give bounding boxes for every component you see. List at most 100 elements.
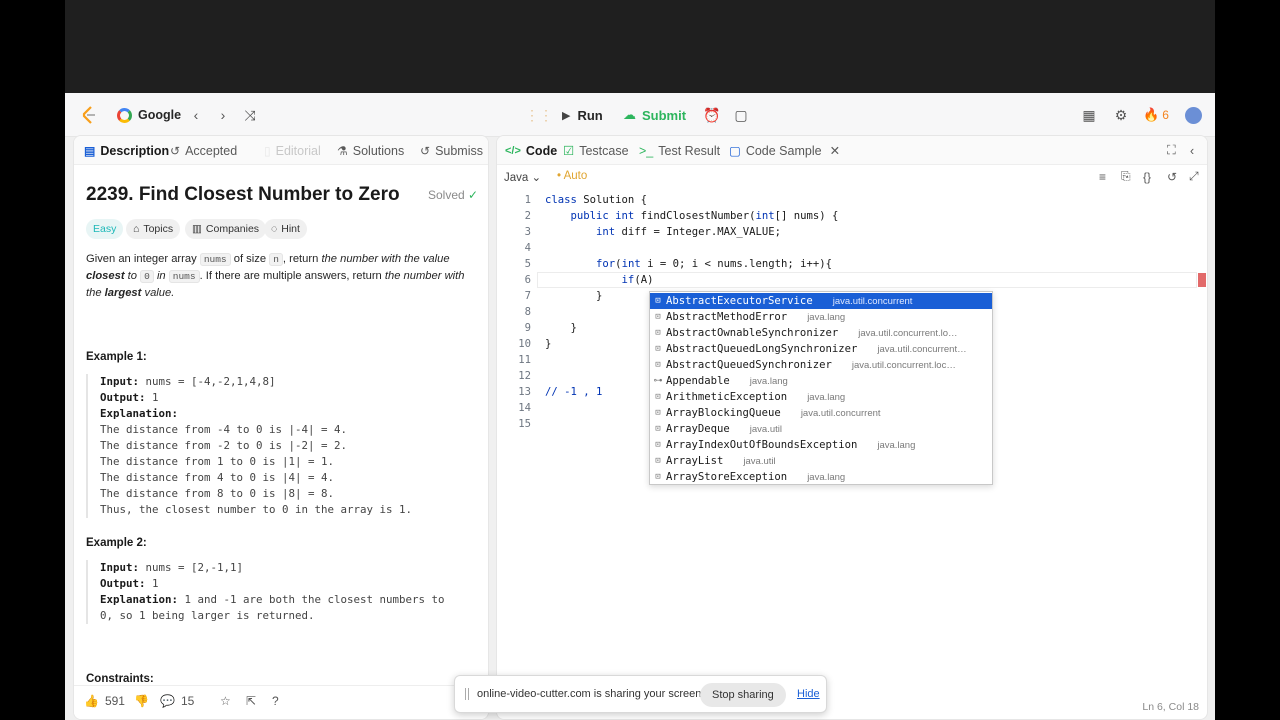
site-selector[interactable]: Google: [117, 93, 181, 137]
companies-chip[interactable]: ▥ Companies: [185, 219, 267, 239]
tab-editorial[interactable]: ▯ Editorial: [264, 136, 321, 165]
run-label: Run: [577, 107, 603, 123]
tab-test-result[interactable]: >_ Test Result: [639, 136, 720, 165]
prev-problem-icon[interactable]: ‹: [186, 105, 206, 125]
next-problem-icon[interactable]: ›: [213, 105, 233, 125]
autocomplete-item[interactable]: ⊡ AbstractOwnableSynchronizer java.util.co…: [650, 325, 992, 341]
share-button[interactable]: ⇱: [246, 694, 256, 708]
tab-description[interactable]: ▤ Description: [84, 136, 169, 165]
help-button[interactable]: ?: [272, 694, 279, 708]
line-number: 5: [524, 258, 531, 270]
file-icon: ▢: [729, 144, 741, 158]
interface-icon: ⊶: [653, 376, 663, 386]
hide-link[interactable]: Hide: [797, 688, 820, 700]
tab-submissions[interactable]: ↺ Submiss: [420, 136, 483, 165]
line-number: 2: [524, 210, 531, 222]
drag-handle-icon[interactable]: ⋮⋮: [525, 105, 553, 125]
tab-accepted[interactable]: ↺ Accepted: [170, 136, 237, 165]
autocomplete-item[interactable]: ⊶ Appendable java.lang: [650, 373, 992, 389]
dislike-button[interactable]: 👎: [134, 694, 149, 708]
autocomplete-item-package: java.util.concurrent…: [877, 343, 967, 355]
autocomplete-item[interactable]: ⊡ AbstractQueuedSynchronizer java.util.con…: [650, 357, 992, 373]
thumbs-down-icon: 👎: [134, 694, 149, 708]
language-select[interactable]: Java ⌄: [504, 170, 541, 184]
auto-mode[interactable]: • Auto: [557, 170, 587, 182]
autocomplete-item-package: java.lang: [807, 391, 846, 403]
reset-icon[interactable]: ↺: [1167, 162, 1177, 191]
question-icon: ?: [272, 694, 279, 708]
code-line: // -1 , 1: [545, 386, 603, 398]
autocomplete-item[interactable]: ⊡ ArrayList java.util: [650, 453, 992, 469]
ex1-explanation-line: The distance from 1 to 0 is |1| = 1.: [100, 455, 335, 468]
comment-icon: 💬: [160, 694, 175, 708]
stmt-text: , return: [282, 253, 319, 265]
expand-icon[interactable]: ⤢: [1189, 162, 1199, 191]
topics-label: Topics: [143, 223, 174, 235]
document-icon: ▤: [84, 143, 96, 158]
topics-chip[interactable]: ⌂ Topics: [126, 219, 181, 239]
tab-solutions-label: Solutions: [352, 143, 405, 158]
class-icon: ⊡: [655, 360, 661, 370]
braces-icon[interactable]: {}: [1143, 162, 1151, 191]
autocomplete-item-package: java.util.concurrent.loc…: [851, 359, 956, 371]
leetcode-logo-icon[interactable]: [79, 105, 99, 125]
shuffle-icon[interactable]: ⤨: [240, 105, 260, 125]
cursor-position: Ln 6, Col 18: [1142, 701, 1199, 713]
autocomplete-item[interactable]: ⊡ ArrayStoreException java.lang: [650, 469, 992, 484]
layout-grid-icon[interactable]: ▦: [1079, 105, 1099, 125]
problem-statement: Given an integer array nums of size n, r…: [86, 251, 478, 302]
format-lines-icon[interactable]: ≡: [1099, 162, 1106, 191]
top-navbar: Google ‹ › ⤨ ⋮⋮ ▶ Run ☁ Submit ⏰ ▢ ▦ ⚙ 🔥…: [65, 93, 1215, 137]
tab-code-sample[interactable]: ▢ Code Sample ✕: [729, 136, 840, 165]
share-message: online-video-cutter.com is sharing your …: [477, 688, 705, 700]
checkbox-icon: ☑: [563, 144, 575, 158]
autocomplete-item[interactable]: ⊡ AbstractQueuedLongSynchronizer java.util…: [650, 341, 992, 357]
stop-sharing-button[interactable]: Stop sharing: [700, 683, 786, 707]
hint-chip[interactable]: ◌ Hint: [264, 219, 307, 239]
line-number: 3: [524, 226, 531, 238]
autocomplete-item[interactable]: ⊡ ArithmeticException java.lang: [650, 389, 992, 405]
notes-icon[interactable]: ▢: [731, 105, 751, 125]
autocomplete-item[interactable]: ⊡ ArrayBlockingQueue java.util.concurrent: [650, 405, 992, 421]
avatar[interactable]: [1183, 105, 1203, 125]
star-icon: ☆: [220, 694, 231, 708]
submit-button[interactable]: ☁ Submit: [623, 93, 686, 137]
settings-gear-icon[interactable]: ⚙: [1111, 105, 1131, 125]
autocomplete-item-package: java.util.concurrent: [800, 407, 881, 419]
favorite-button[interactable]: ☆: [220, 694, 231, 708]
bookmark-icon[interactable]: ⎘: [1121, 162, 1131, 191]
book-icon: ▯: [264, 143, 271, 158]
drag-grip-icon[interactable]: [465, 688, 469, 700]
tab-testcase[interactable]: ☑ Testcase: [563, 136, 629, 165]
autocomplete-item-package: java.util: [743, 455, 776, 467]
streak-counter[interactable]: 🔥 6: [1143, 93, 1169, 137]
autocomplete-item-name: AbstractQueuedSynchronizer: [666, 359, 832, 371]
alarm-clock-icon[interactable]: ⏰: [702, 105, 722, 125]
stmt-code: 0: [140, 270, 154, 283]
submit-label: Submit: [642, 107, 687, 123]
autocomplete-item-package: java.lang: [877, 439, 916, 451]
collapse-icon[interactable]: ‹: [1190, 136, 1194, 165]
autocomplete-item[interactable]: ⊡ ArrayDeque java.util: [650, 421, 992, 437]
autocomplete-item-name: ArithmeticException: [666, 391, 788, 403]
tab-solutions[interactable]: ⚗ Solutions: [337, 136, 404, 165]
editor-toolbar: Java ⌄ • Auto ≡ ⎘ {} ↺ ⤢: [497, 162, 1207, 191]
run-button[interactable]: ▶ Run: [562, 93, 603, 137]
line-number: 1: [524, 194, 531, 206]
comments-button[interactable]: 💬 15: [160, 694, 194, 708]
close-icon[interactable]: ✕: [830, 143, 840, 158]
autocomplete-item[interactable]: ⊡ ArrayIndexOutOfBoundsException java.lang: [650, 437, 992, 453]
tab-code-label: Code: [525, 143, 558, 158]
autocomplete-item[interactable]: ⊡ AbstractExecutorService java.util.concur…: [650, 293, 992, 309]
maximize-icon[interactable]: ⛶: [1167, 136, 1176, 165]
autocomplete-item[interactable]: ⊡ AbstractMethodError java.lang: [650, 309, 992, 325]
chevron-down-icon: ⌄: [531, 172, 542, 184]
ex1-explanation-label: Explanation:: [100, 407, 179, 420]
fire-icon: 🔥: [1143, 107, 1160, 122]
like-button[interactable]: 👍 591: [84, 694, 125, 708]
code-brackets-icon: </>: [505, 144, 521, 157]
autocomplete-popup[interactable]: ⊡ AbstractExecutorService java.util.concur…: [649, 291, 993, 485]
tab-code[interactable]: </> Code: [505, 136, 557, 165]
stmt-emphasis: in: [156, 270, 166, 282]
code-line: class Solution {: [545, 194, 648, 206]
